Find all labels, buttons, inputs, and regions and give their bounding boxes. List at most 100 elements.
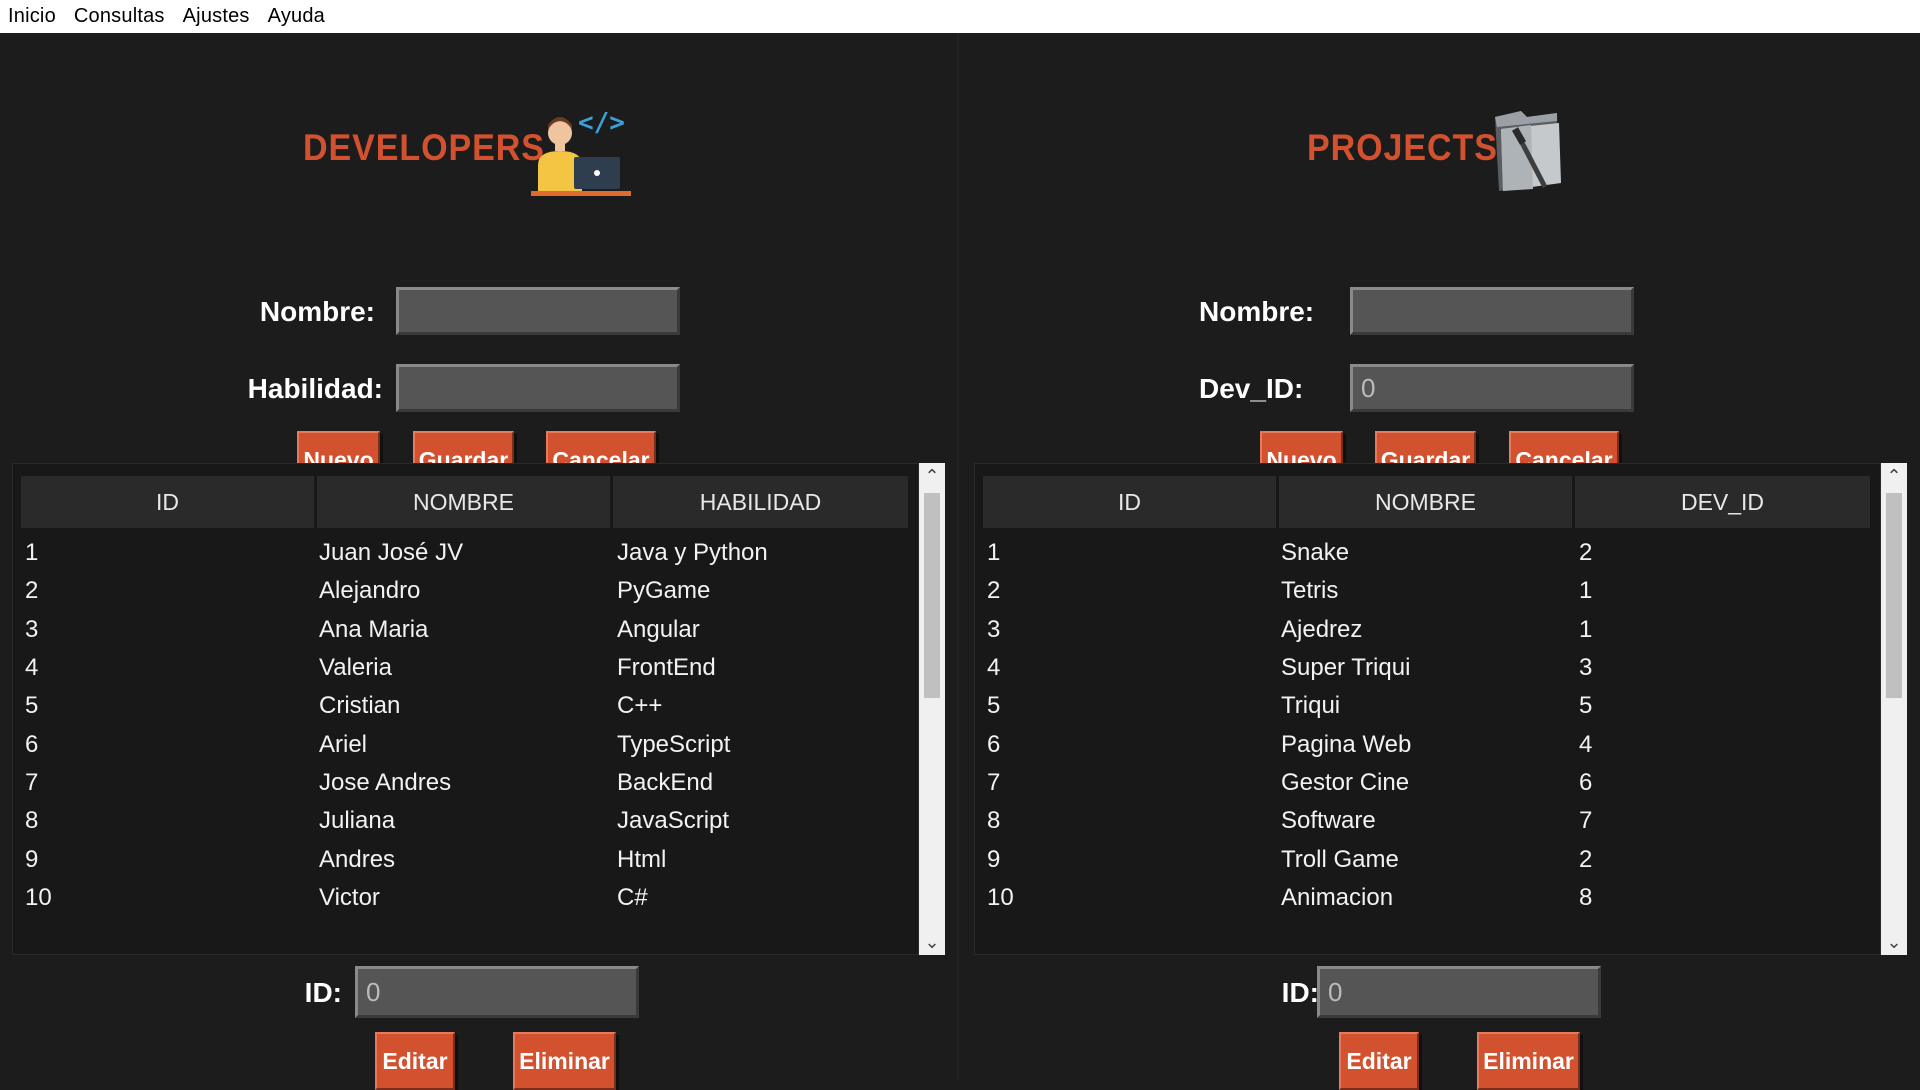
cell-id: 8 — [25, 807, 39, 835]
cell-id: 8 — [987, 807, 1001, 835]
nombre-input[interactable] — [1350, 287, 1634, 335]
id-label: ID: — [1281, 977, 1319, 1008]
scroll-down-icon[interactable]: ⌄ — [919, 929, 945, 955]
cell-nombre: Valeria — [319, 654, 392, 682]
cell-habilidad: FrontEnd — [617, 654, 716, 682]
dev-id-label: Dev_ID: — [1199, 373, 1304, 404]
column-header-habilidad[interactable]: HABILIDAD — [613, 476, 908, 528]
habilidad-label: Habilidad: — [247, 373, 383, 404]
scroll-up-icon[interactable]: ⌃ — [919, 463, 945, 489]
column-header-dev-id[interactable]: DEV_ID — [1575, 476, 1870, 528]
editar-button[interactable]: Editar — [375, 1032, 455, 1090]
table-row[interactable]: 10 Victor C# — [13, 879, 918, 917]
menu-inicio[interactable]: Inicio — [0, 5, 66, 28]
habilidad-input[interactable] — [396, 364, 680, 412]
cell-nombre: Ana Maria — [319, 615, 429, 643]
cell-habilidad: Html — [617, 845, 667, 873]
table-row[interactable]: 7 Gestor Cine 6 — [975, 764, 1880, 802]
table-header: ID NOMBRE DEV_ID — [983, 476, 1870, 528]
cell-nombre: Andres — [319, 845, 396, 873]
cell-id: 1 — [987, 539, 1001, 567]
table-row[interactable]: 3 Ajedrez 1 — [975, 611, 1880, 649]
table-row[interactable]: 4 Valeria FrontEnd — [13, 649, 918, 687]
cell-id: 6 — [25, 730, 39, 758]
menu-consultas[interactable]: Consultas — [66, 5, 175, 28]
developers-title: DEVELOPERS — [303, 127, 545, 168]
projects-title: PROJECTS — [1307, 127, 1498, 168]
menu-bar: Inicio Consultas Ajustes Ayuda — [0, 0, 1920, 33]
cell-nombre: Snake — [1281, 539, 1350, 567]
table-row[interactable]: 10 Animacion 8 — [975, 879, 1880, 917]
eliminar-button[interactable]: Eliminar — [1477, 1032, 1580, 1090]
column-header-id[interactable]: ID — [21, 476, 314, 528]
table-row[interactable]: 4 Super Triqui 3 — [975, 649, 1880, 687]
table-row[interactable]: 8 Juliana JavaScript — [13, 802, 918, 840]
scrollbar-thumb[interactable] — [924, 493, 940, 698]
developers-scrollbar[interactable]: ⌃ ⌄ — [919, 463, 945, 955]
cell-nombre: Tetris — [1281, 577, 1339, 605]
table-row[interactable]: 2 Alejandro PyGame — [13, 572, 918, 610]
cell-nombre: Gestor Cine — [1281, 768, 1410, 796]
nombre-label: Nombre: — [1199, 296, 1315, 327]
scroll-down-icon[interactable]: ⌄ — [1881, 929, 1907, 955]
developers-panel: DEVELOPERS </> Nombre: Habilidad: Nuevo … — [0, 33, 957, 1090]
cell-id: 3 — [987, 615, 1001, 643]
cell-nombre: Super Triqui — [1281, 654, 1411, 682]
id-input[interactable] — [355, 966, 639, 1018]
cell-dev-id: 2 — [1579, 539, 1593, 567]
column-header-id[interactable]: ID — [983, 476, 1276, 528]
cell-nombre: Juliana — [319, 807, 396, 835]
menu-ajustes[interactable]: Ajustes — [175, 5, 260, 28]
table-row[interactable]: 9 Andres Html — [13, 840, 918, 878]
cell-id: 9 — [987, 845, 1001, 873]
cell-nombre: Ajedrez — [1281, 615, 1363, 643]
cell-habilidad: C++ — [617, 692, 663, 720]
table-row[interactable]: 5 Triqui 5 — [975, 687, 1880, 725]
cell-dev-id: 5 — [1579, 692, 1593, 720]
cell-id: 1 — [25, 539, 39, 567]
cell-nombre: Pagina Web — [1281, 730, 1412, 758]
dev-id-input[interactable] — [1350, 364, 1634, 412]
table-row[interactable]: 8 Software 7 — [975, 802, 1880, 840]
cell-id: 5 — [987, 692, 1001, 720]
cell-nombre: Troll Game — [1281, 845, 1399, 873]
editar-button[interactable]: Editar — [1339, 1032, 1419, 1090]
table-row[interactable]: 6 Pagina Web 4 — [975, 725, 1880, 763]
projects-scrollbar[interactable]: ⌃ ⌄ — [1881, 463, 1907, 955]
cell-nombre: Software — [1281, 807, 1376, 835]
developers-table: ID NOMBRE HABILIDAD 1 Juan José JV Java y … — [12, 463, 919, 955]
cell-id: 9 — [25, 845, 39, 873]
cell-habilidad: PyGame — [617, 577, 711, 605]
column-header-nombre[interactable]: NOMBRE — [317, 476, 610, 528]
cell-dev-id: 4 — [1579, 730, 1593, 758]
scroll-up-icon[interactable]: ⌃ — [1881, 463, 1907, 489]
table-body: 1 Juan José JV Java y Python 2 Alejandro PyG… — [13, 534, 918, 917]
cell-habilidad: BackEnd — [617, 768, 714, 796]
table-row[interactable]: 1 Snake 2 — [975, 534, 1880, 572]
table-row[interactable]: 2 Tetris 1 — [975, 572, 1880, 610]
cell-habilidad: Angular — [617, 615, 700, 643]
table-row[interactable]: 3 Ana Maria Angular — [13, 611, 918, 649]
cell-nombre: Victor — [319, 883, 380, 911]
eliminar-button[interactable]: Eliminar — [513, 1032, 616, 1090]
scrollbar-thumb[interactable] — [1886, 493, 1902, 698]
nombre-label: Nombre: — [259, 296, 375, 327]
id-input[interactable] — [1317, 966, 1601, 1018]
table-row[interactable]: 9 Troll Game 2 — [975, 840, 1880, 878]
nombre-input[interactable] — [396, 287, 680, 335]
cell-nombre: Alejandro — [319, 577, 421, 605]
cell-dev-id: 1 — [1579, 615, 1593, 643]
table-row[interactable]: 5 Cristian C++ — [13, 687, 918, 725]
cell-nombre: Juan José JV — [319, 539, 464, 567]
table-row[interactable]: 7 Jose Andres BackEnd — [13, 764, 918, 802]
cell-nombre: Ariel — [319, 730, 368, 758]
column-header-nombre[interactable]: NOMBRE — [1279, 476, 1572, 528]
table-row[interactable]: 1 Juan José JV Java y Python — [13, 534, 918, 572]
table-row[interactable]: 6 Ariel TypeScript — [13, 725, 918, 763]
cell-habilidad: JavaScript — [617, 807, 730, 835]
cell-id: 6 — [987, 730, 1001, 758]
menu-ayuda[interactable]: Ayuda — [260, 5, 335, 28]
cell-nombre: Cristian — [319, 692, 401, 720]
cell-dev-id: 1 — [1579, 577, 1593, 605]
cell-dev-id: 3 — [1579, 654, 1593, 682]
